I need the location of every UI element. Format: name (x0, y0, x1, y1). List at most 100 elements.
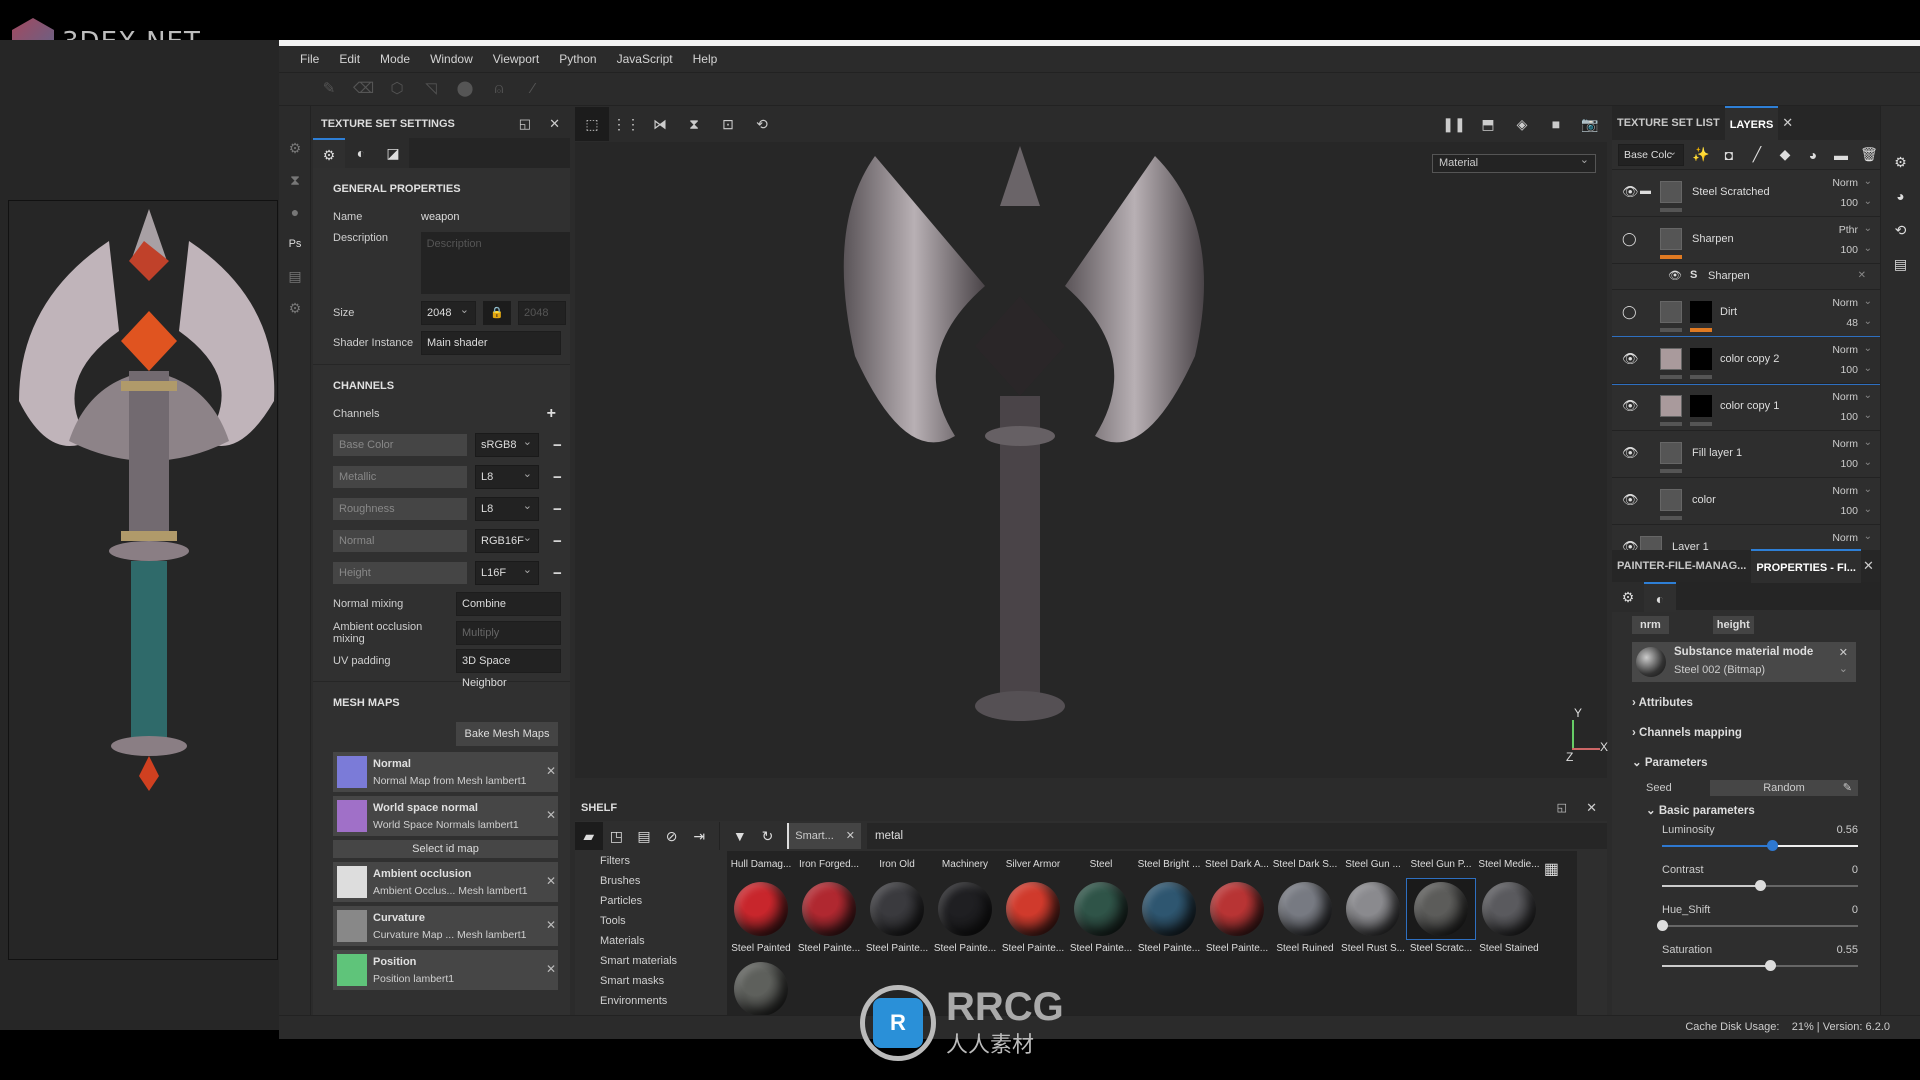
select-id-map-button[interactable]: Select id map (333, 840, 558, 858)
substance-grey-icon[interactable]: ● (279, 196, 311, 228)
slider-handle[interactable] (1657, 920, 1668, 931)
shelf-item-label[interactable]: Steel Bright ... (1135, 859, 1203, 870)
edit-icon[interactable]: ✎ (1843, 780, 1852, 796)
chevron-down-icon[interactable]: ⌄ (1864, 223, 1872, 234)
camera-icon[interactable]: ■ (1539, 107, 1573, 141)
screenshot-icon[interactable]: 📷 (1573, 107, 1607, 141)
slider-handle[interactable] (1766, 840, 1778, 851)
menu-edit[interactable]: Edit (329, 52, 370, 66)
shelf-category[interactable]: Filters (575, 851, 713, 871)
chevron-down-icon[interactable]: ⌄ (1864, 390, 1872, 401)
slider-value[interactable]: 0.56 (1837, 824, 1858, 836)
uv-padding-dropdown[interactable]: 3D Space Neighbor (456, 649, 561, 689)
shelf-item-label[interactable]: Steel Scratc... (1407, 943, 1475, 954)
blend-mode-dropdown[interactable]: Norm (1832, 297, 1858, 309)
shelf-item[interactable] (1339, 879, 1407, 939)
eye-icon[interactable]: 👁 (1622, 351, 1639, 367)
add-paint-layer-icon[interactable]: ╱ (1746, 146, 1768, 163)
chevron-down-icon[interactable]: ⌄ (1864, 296, 1872, 307)
shelf-item-label[interactable]: Machinery (931, 859, 999, 870)
slider-handle[interactable] (1764, 960, 1776, 971)
shelf-item[interactable] (1067, 879, 1135, 939)
filter-icon[interactable]: ▼ (726, 822, 754, 850)
shader-dropdown[interactable]: Main shader (421, 331, 561, 355)
clone-stamp-icon[interactable]: ⍝ (489, 79, 509, 99)
eye-icon[interactable]: 👁 (1622, 398, 1639, 414)
tab-file-manager[interactable]: PAINTER-FILE-MANAG... (1612, 549, 1751, 583)
mesh-map-item[interactable]: World space normal World Space Normals la… (333, 796, 558, 836)
chevron-down-icon[interactable]: ⌄ (1864, 176, 1872, 187)
grid-view-icon[interactable]: ▦ (1544, 859, 1559, 879)
tab-settings[interactable]: ⚙ (313, 138, 345, 168)
display-mode-icon[interactable]: ◈ (1505, 107, 1539, 141)
menu-help[interactable]: Help (683, 52, 728, 66)
remove-channel-button[interactable]: − (553, 565, 562, 582)
float-panel-icon[interactable]: ◱ (519, 116, 531, 132)
shelf-item-label[interactable]: Steel Painte... (1067, 943, 1135, 954)
chevron-down-icon[interactable]: ⌄ (1864, 457, 1872, 468)
uv-select-icon[interactable]: ⬚ (575, 107, 609, 141)
parameter-slider[interactable]: Contrast 0 (1662, 864, 1880, 904)
slider-value[interactable]: 0 (1852, 904, 1858, 916)
add-smart-material-icon[interactable]: ◕ (1802, 147, 1824, 163)
mesh-map-item[interactable]: Ambient occlusion Ambient Occlus... Mesh … (333, 862, 558, 902)
opacity-dropdown[interactable]: 100 (1840, 364, 1858, 376)
shelf-item[interactable] (931, 879, 999, 939)
save-icon[interactable]: ▤ (630, 822, 658, 850)
eye-icon[interactable]: 👁 (1622, 184, 1639, 200)
pause-icon[interactable]: ❚❚ (1437, 107, 1471, 141)
shelf-item-label[interactable]: Steel Painte... (931, 943, 999, 954)
shelf-category[interactable]: Smart masks (575, 971, 713, 991)
layer-row[interactable]: 👁 color copy 1 Norm 100 ⌄ ⌄ (1612, 384, 1880, 431)
blend-mode-dropdown[interactable]: Norm (1832, 391, 1858, 403)
remove-mesh-map-icon[interactable]: ✕ (546, 874, 556, 888)
hourglass-icon[interactable]: ⧗ (279, 164, 311, 196)
remove-channel-button[interactable]: − (553, 501, 562, 518)
add-fill-layer-icon[interactable]: ◆ (1774, 146, 1796, 163)
smudge-icon[interactable]: ⬤ (455, 79, 475, 99)
layer-row[interactable]: 👁 color Norm 100 ⌄ ⌄ (1612, 478, 1880, 525)
description-field[interactable]: Description (420, 232, 570, 294)
parameter-slider[interactable]: Luminosity 0.56 (1662, 824, 1880, 864)
channel-name[interactable]: Metallic (333, 466, 467, 488)
shelf-item-label[interactable]: Iron Forged... (795, 859, 863, 870)
close-icon[interactable]: ✕ (1863, 558, 1874, 574)
new-shelf-icon[interactable]: ◳ (603, 822, 631, 850)
remove-mesh-map-icon[interactable]: ✕ (546, 808, 556, 822)
add-mask-icon[interactable]: ◘ (1718, 147, 1740, 163)
add-folder-icon[interactable]: ▬ (1830, 147, 1852, 163)
tab-settings[interactable]: ⚙ (1612, 582, 1644, 612)
tab-material[interactable]: ◐ (1644, 582, 1676, 612)
eye-hidden-icon[interactable]: ◯ (1622, 231, 1637, 247)
mesh-map-item[interactable]: Normal Normal Map from Mesh lambert1 ✕ (333, 752, 558, 792)
tab-uv[interactable]: ◪ (377, 138, 409, 168)
slider-track[interactable] (1662, 925, 1858, 927)
shelf-item[interactable] (1135, 879, 1203, 939)
size-dropdown[interactable]: 2048 (421, 299, 476, 325)
shelf-item-label[interactable]: Steel Ruined (1271, 943, 1339, 954)
paint-brush-icon[interactable]: ✎ (319, 79, 339, 99)
material-name[interactable]: Steel 002 (Bitmap) (1674, 664, 1765, 676)
remove-mesh-map-icon[interactable]: ✕ (546, 962, 556, 976)
menu-window[interactable]: Window (420, 52, 483, 66)
blend-mode-dropdown[interactable]: Norm (1832, 485, 1858, 497)
section-basic-parameters[interactable]: ⌄ Basic parameters (1612, 798, 1880, 824)
blend-mode-dropdown[interactable]: Norm (1832, 438, 1858, 450)
channel-format-dropdown[interactable]: sRGB8 (475, 431, 539, 457)
shelf-item[interactable] (1475, 879, 1543, 939)
mesh-map-item[interactable]: Curvature Curvature Map ... Mesh lambert1… (333, 906, 558, 946)
shelf-item[interactable] (795, 879, 863, 939)
chevron-down-icon[interactable]: ⌄ (1864, 316, 1872, 327)
bake-mesh-maps-button[interactable]: Bake Mesh Maps (456, 722, 558, 746)
chevron-down-icon[interactable]: ⌄ (1864, 531, 1872, 542)
channel-name[interactable]: Normal (333, 530, 467, 552)
shelf-category[interactable]: Particles (575, 891, 713, 911)
history-icon[interactable]: ⟲ (1881, 214, 1920, 246)
blend-mode-dropdown[interactable]: Norm (1832, 344, 1858, 356)
close-icon[interactable]: ✕ (1782, 115, 1793, 131)
layer-row[interactable]: ◯ Sharpen Pthr 100 ⌄ ⌄ (1612, 217, 1880, 264)
layer-row[interactable]: ▬ 👁 Steel Scratched Norm 100 ⌄ ⌄ (1612, 170, 1880, 217)
layer-row[interactable]: 👁 color copy 2 Norm 100 ⌄ ⌄ (1612, 336, 1880, 385)
parameter-slider[interactable]: Saturation 0.55 (1662, 944, 1880, 984)
chip-height[interactable]: height (1712, 616, 1754, 634)
